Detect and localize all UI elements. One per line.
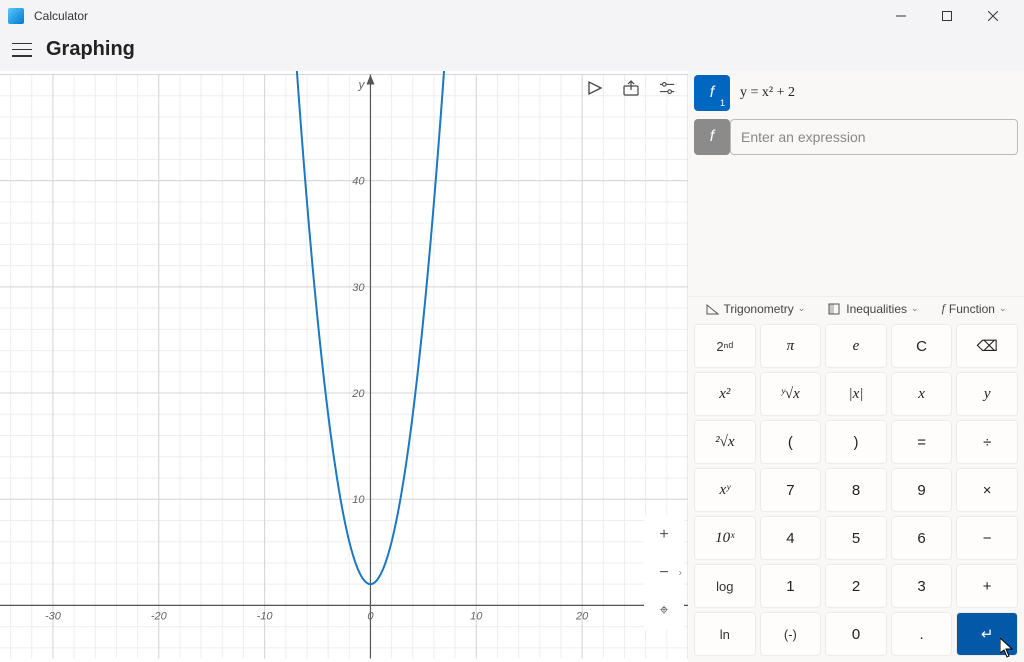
key-9[interactable]: 9	[891, 468, 953, 512]
app-icon	[8, 8, 24, 24]
share-icon[interactable]	[622, 79, 640, 97]
key-8[interactable]: 8	[825, 468, 887, 512]
key-C[interactable]: C	[891, 324, 953, 368]
expression-input[interactable]	[741, 129, 1007, 145]
close-button[interactable]	[970, 0, 1016, 32]
angle-icon	[706, 303, 720, 315]
key-↵[interactable]: ↵	[956, 612, 1018, 656]
key-10ˣ[interactable]: 10ˣ	[694, 516, 756, 560]
svg-text:10: 10	[352, 494, 365, 506]
key-6[interactable]: 6	[891, 516, 953, 560]
svg-text:10: 10	[470, 610, 483, 622]
svg-text:20: 20	[575, 610, 589, 622]
window-controls	[878, 0, 1016, 32]
function-list: f1 y = x² + 2 f	[688, 71, 1024, 167]
key-7[interactable]: 7	[760, 468, 822, 512]
titlebar: Calculator	[0, 0, 1024, 32]
expression-input-wrap[interactable]	[730, 119, 1018, 155]
svg-text:-30: -30	[45, 610, 62, 622]
function-row-1[interactable]: f1 y = x² + 2	[694, 75, 1018, 111]
function-f-icon: f	[942, 301, 945, 316]
key-1[interactable]: 1	[760, 564, 822, 608]
key-4[interactable]: 4	[760, 516, 822, 560]
key-2[interactable]: 2	[825, 564, 887, 608]
key-|x|[interactable]: |x|	[825, 372, 887, 416]
key-0[interactable]: 0	[825, 612, 887, 656]
key-xʸ[interactable]: xʸ	[694, 468, 756, 512]
category-inequalities[interactable]: Inequalities⌄	[828, 302, 918, 316]
key-5[interactable]: 5	[825, 516, 887, 560]
function-row-new[interactable]: f	[694, 119, 1018, 155]
svg-text:20: 20	[351, 388, 365, 400]
graph-options-icon[interactable]	[658, 79, 676, 97]
key-+[interactable]: +	[956, 564, 1018, 608]
key-x²[interactable]: x²	[694, 372, 756, 416]
svg-text:y: y	[357, 78, 365, 92]
function-badge-1[interactable]: f1	[694, 75, 730, 111]
hamburger-menu-icon[interactable]	[12, 43, 32, 57]
key-)[interactable]: )	[825, 420, 887, 464]
key-3[interactable]: 3	[891, 564, 953, 608]
key-2ⁿᵈ[interactable]: 2ⁿᵈ	[694, 324, 756, 368]
svg-text:40: 40	[352, 176, 365, 188]
inequality-icon	[828, 303, 842, 315]
key-=[interactable]: =	[891, 420, 953, 464]
graph-canvas[interactable]: -30 -20 -10 0 10 20 10 20 30 40 y	[0, 71, 688, 662]
zoom-in-button[interactable]: +	[644, 516, 684, 554]
key-÷[interactable]: ÷	[956, 420, 1018, 464]
key-([interactable]: (	[760, 420, 822, 464]
mode-title: Graphing	[46, 38, 135, 61]
category-function[interactable]: f Function⌄	[942, 301, 1007, 316]
minimize-button[interactable]	[878, 0, 924, 32]
zoom-out-button[interactable]: −›	[644, 554, 684, 592]
svg-text:-20: -20	[151, 610, 168, 622]
function-badge-new[interactable]: f	[694, 119, 730, 155]
key-e[interactable]: e	[825, 324, 887, 368]
key-⌫[interactable]: ⌫	[956, 324, 1018, 368]
zoom-controls: + −› ⌖	[644, 516, 684, 630]
key-(-)[interactable]: (-)	[760, 612, 822, 656]
key-²√x[interactable]: ²√x	[694, 420, 756, 464]
key-ln[interactable]: ln	[694, 612, 756, 656]
svg-text:0: 0	[367, 610, 374, 622]
key-π[interactable]: π	[760, 324, 822, 368]
keypad-categories: Trigonometry⌄ Inequalities⌄ f Function⌄	[688, 296, 1024, 320]
trace-icon[interactable]	[586, 79, 604, 97]
main-area: -30-20-100102010203040y + −› ⌖ f1 y = x²…	[0, 71, 1024, 662]
right-panel: f1 y = x² + 2 f Trigonometry⌄ Inequaliti…	[688, 71, 1024, 662]
graph-toolbar	[586, 79, 676, 97]
key-ʸ√x[interactable]: ʸ√x	[760, 372, 822, 416]
app-title: Calculator	[34, 9, 88, 23]
keypad: 2ⁿᵈπeC⌫ x²ʸ√x|x|xy ²√x()=÷ xʸ789× 10ˣ456− log…	[688, 320, 1024, 662]
key-.[interactable]: .	[891, 612, 953, 656]
function-expression-1[interactable]: y = x² + 2	[730, 75, 1018, 111]
key-×[interactable]: ×	[956, 468, 1018, 512]
svg-text:-10: -10	[257, 610, 274, 622]
key-y[interactable]: y	[956, 372, 1018, 416]
category-trigonometry[interactable]: Trigonometry⌄	[706, 302, 806, 316]
maximize-button[interactable]	[924, 0, 970, 32]
svg-text:30: 30	[352, 282, 365, 294]
zoom-fit-button[interactable]: ⌖	[644, 592, 684, 630]
key-x[interactable]: x	[891, 372, 953, 416]
key-log[interactable]: log	[694, 564, 756, 608]
key-−[interactable]: −	[956, 516, 1018, 560]
mode-header: Graphing	[0, 32, 1024, 71]
graph-panel[interactable]: -30 -20 -10 0 10 20 10 20 30 40 y + −› ⌖	[0, 71, 688, 662]
